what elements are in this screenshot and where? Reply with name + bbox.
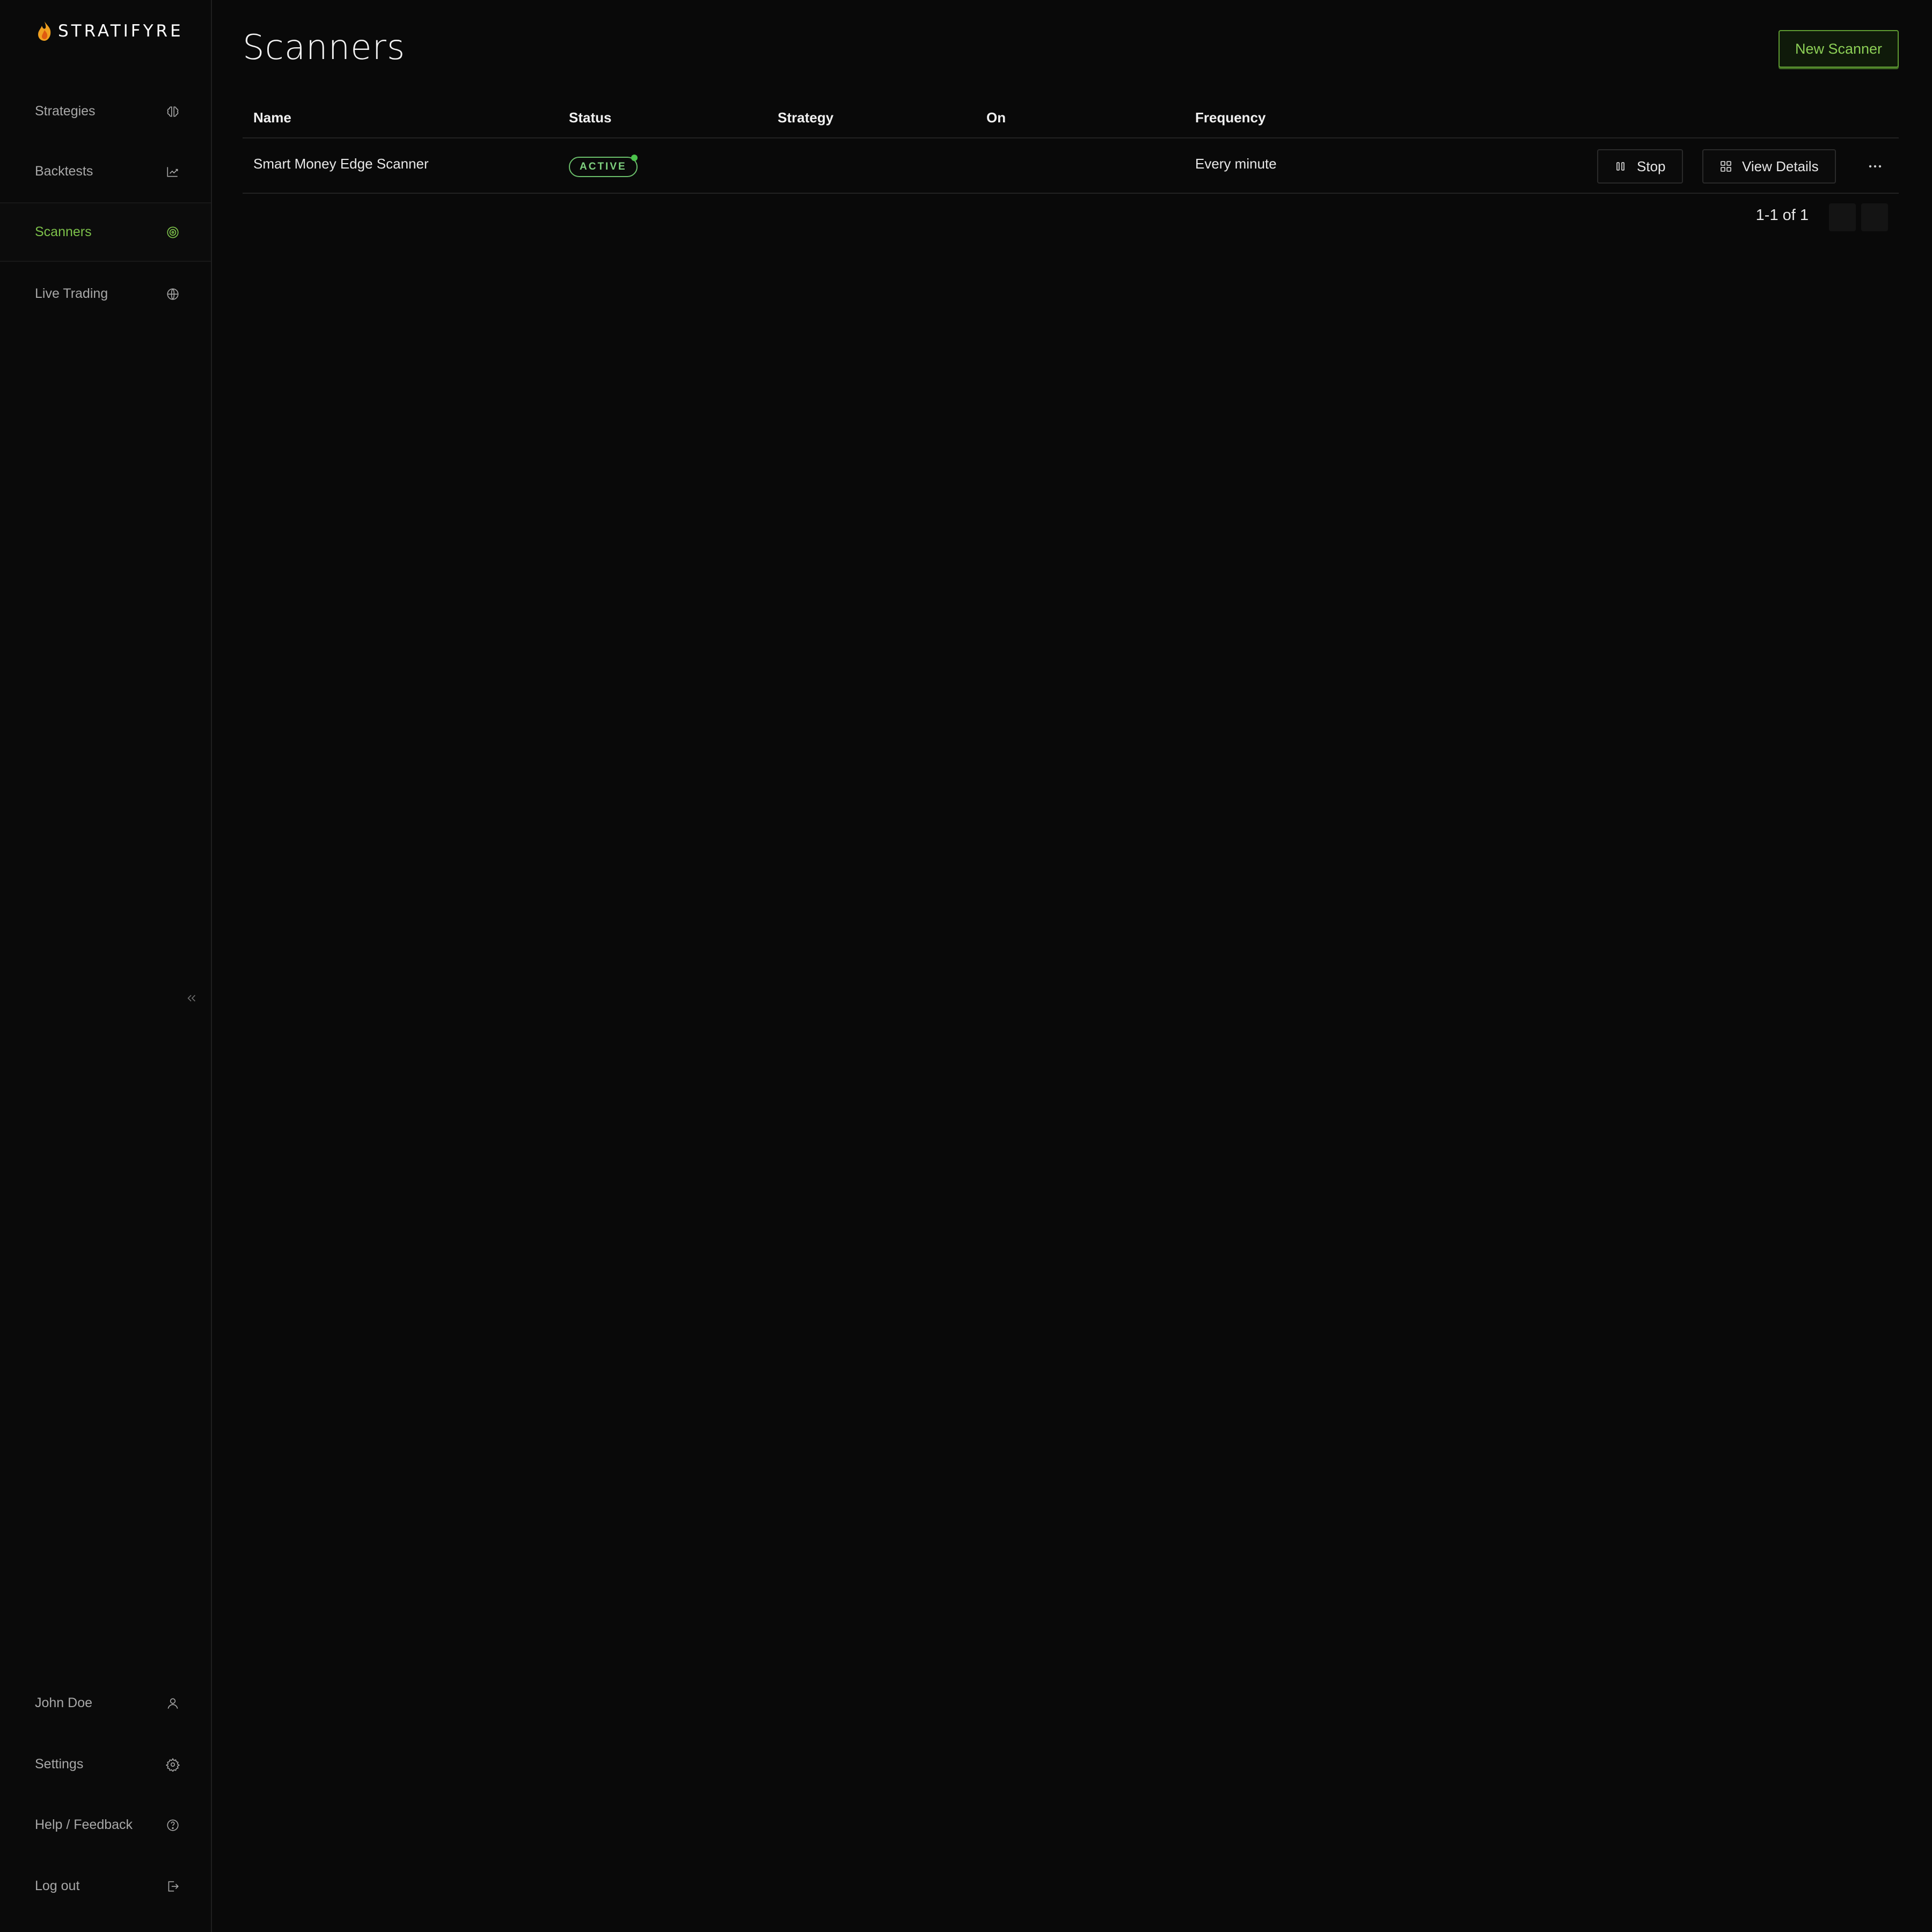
stop-button[interactable]: Stop (1597, 149, 1683, 184)
column-header-frequency[interactable]: Frequency (1195, 109, 1266, 126)
column-header-status[interactable]: Status (569, 109, 611, 126)
sidebar-item-profile[interactable]: John Doe (0, 1673, 211, 1733)
next-page-button[interactable] (1861, 203, 1888, 231)
grid-icon (1721, 161, 1731, 172)
scanners-table: Name Status Strategy On Frequency Smart … (243, 102, 1899, 194)
user-icon (167, 1698, 178, 1709)
sidebar-item-label: Log out (35, 1878, 80, 1893)
brand-name: STRATIFYRE (58, 21, 184, 41)
status-badge: ACTIVE (569, 155, 638, 177)
chart-icon (167, 166, 178, 177)
view-details-button[interactable]: View Details (1702, 149, 1836, 184)
scanner-name[interactable]: Smart Money Edge Scanner (253, 156, 429, 172)
previous-page-button[interactable] (1829, 203, 1856, 231)
sidebar-item-help[interactable]: Help / Feedback (0, 1795, 211, 1855)
sidebar-item-label: Settings (35, 1757, 84, 1772)
pagination-summary: 1-1 of 1 (1755, 207, 1809, 224)
help-icon (167, 1819, 179, 1831)
flame-logo-icon (38, 21, 51, 41)
sidebar-item-live-trading[interactable]: Live Trading (0, 264, 211, 324)
new-scanner-button[interactable]: New Scanner (1779, 30, 1899, 68)
column-header-on[interactable]: On (986, 109, 1006, 126)
sidebar-item-label: Live Trading (35, 286, 108, 301)
chevrons-left-icon (187, 994, 196, 1002)
sidebar-item-label: Backtests (35, 164, 93, 179)
sidebar-item-logout[interactable]: Log out (0, 1856, 211, 1916)
table-header: Name Status Strategy On Frequency (243, 102, 1899, 138)
more-options-button[interactable] (1863, 155, 1887, 178)
logout-icon (168, 1881, 179, 1891)
sidebar: STRATIFYRE Strategies Backtests Scanners… (0, 0, 212, 1932)
sidebar-item-label: John Doe (35, 1695, 93, 1710)
sidebar-item-label: Scanners (35, 224, 92, 239)
table-row[interactable]: Smart Money Edge Scanner ACTIVE Every mi… (243, 138, 1899, 194)
column-header-name[interactable]: Name (253, 109, 291, 126)
sidebar-item-label: Strategies (35, 104, 96, 119)
pause-icon (1616, 162, 1624, 171)
globe-icon (167, 288, 179, 300)
status-badge-label: ACTIVE (580, 161, 627, 172)
brand-logo[interactable]: STRATIFYRE (35, 20, 184, 42)
brain-icon (167, 106, 179, 116)
collapse-sidebar-button[interactable] (182, 990, 201, 1006)
view-details-button-label: View Details (1742, 158, 1819, 174)
stop-button-label: Stop (1637, 158, 1666, 174)
status-dot (631, 155, 638, 161)
sidebar-item-backtests[interactable]: Backtests (0, 142, 211, 201)
page-title: Scanners (243, 28, 406, 68)
scanner-frequency: Every minute (1195, 156, 1277, 172)
sidebar-item-label: Help / Feedback (35, 1817, 133, 1832)
radar-icon (167, 226, 179, 238)
sidebar-item-settings[interactable]: Settings (0, 1735, 211, 1794)
gear-icon (166, 1758, 180, 1772)
column-header-strategy[interactable]: Strategy (778, 109, 833, 126)
sidebar-item-strategies[interactable]: Strategies (0, 82, 211, 141)
more-horizontal-icon (1869, 165, 1882, 168)
sidebar-item-scanners[interactable]: Scanners (0, 202, 211, 262)
pagination: 1-1 of 1 (243, 201, 1899, 233)
